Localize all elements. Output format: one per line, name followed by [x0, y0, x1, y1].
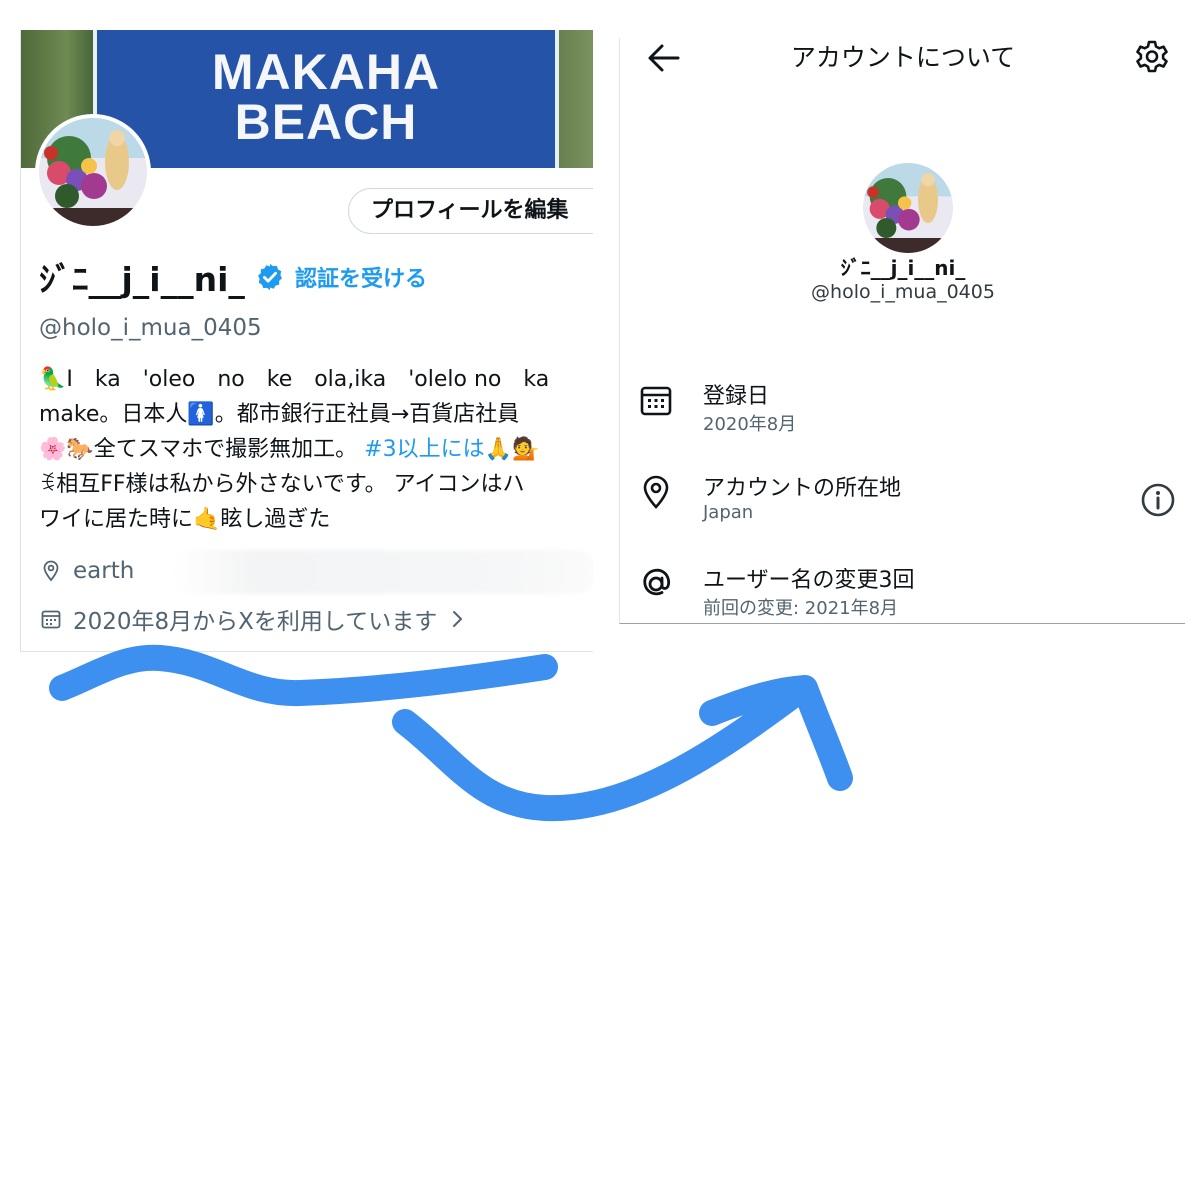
username-changes-label: ユーザー名の変更3回 [703, 568, 915, 593]
location-pin-icon [43, 560, 59, 582]
location-label: アカウントの所在地 [703, 476, 902, 501]
info-icon[interactable] [1140, 482, 1176, 518]
bio-line: make。日本人🚺。都市銀行正社員→百貨店社員 [39, 402, 520, 427]
joined-label: 登録日 [703, 384, 770, 409]
verified-badge-icon [258, 263, 282, 291]
bio-line: 🌸🐎全てスマホで撮影無加工。 #3以上には🙏💁 [39, 432, 593, 467]
account-location-row: アカウントの所在地 Japan [620, 470, 1186, 530]
profile-joined-date[interactable]: 2020年8月からXを利用しています [39, 602, 475, 636]
joined-text: 2020年8月からXを利用しています [73, 609, 438, 635]
display-name: ｼﾞﾆ__j_i__ni_ [39, 260, 245, 299]
bio-hashtag-link[interactable]: #3以上には🙏💁 [364, 437, 539, 462]
profile-panel: MAKAHA BEACH プロフィールを編集 ｼﾞﾆ__j_i__ni_ 認証を… [20, 30, 593, 652]
back-arrow-icon[interactable] [644, 40, 684, 76]
profile-bio: 🦜I ka 'oleo no ke ola,ika 'olelo no ka m… [39, 362, 593, 537]
username-changes-row: ユーザー名の変更3回 前回の変更: 2021年8月 [620, 562, 1186, 622]
redacted-area [171, 550, 593, 594]
bio-line: 🦜I ka 'oleo no ke ola,ika 'olelo no ka [39, 367, 550, 392]
display-name-row: ｼﾞﾆ__j_i__ni_ 認証を受ける [39, 252, 427, 302]
calendar-icon [41, 610, 61, 629]
account-avatar [863, 163, 953, 253]
username-last-change: 前回の変更: 2021年8月 [703, 598, 899, 619]
location-value: Japan [703, 502, 754, 523]
joined-value: 2020年8月 [703, 414, 797, 435]
gear-icon[interactable] [1132, 38, 1172, 78]
edit-profile-button[interactable]: プロフィールを編集 [348, 188, 593, 234]
chevron-right-icon [453, 611, 463, 627]
calendar-icon [640, 386, 672, 416]
about-account-panel: アカウントについて ｼﾞﾆ__j_i__ni_ @holo_i_mua_0405 [619, 38, 1185, 624]
bio-text: 🌸🐎全てスマホで撮影無加工。 [39, 437, 358, 462]
banner-sign: MAKAHA BEACH [93, 30, 559, 168]
account-display-name: ｼﾞﾆ__j_i__ni_ [840, 256, 966, 280]
location-text: earth [73, 558, 135, 584]
account-handle: @holo_i_mua_0405 [811, 281, 995, 303]
get-verified-link[interactable]: 認証を受ける [295, 261, 427, 293]
profile-avatar[interactable] [35, 114, 151, 230]
banner-sign-line-2: BEACH [234, 94, 418, 150]
banner-sign-line-1: MAKAHA [211, 44, 441, 100]
profile-location: earth [39, 558, 134, 584]
bio-line: ワイに居た時に🤙眩し過ぎた [39, 507, 331, 532]
profile-handle: @holo_i_mua_0405 [39, 315, 262, 341]
joined-date-row: 登録日 2020年8月 [620, 378, 1186, 438]
location-pin-icon [643, 475, 669, 509]
page-title: アカウントについて [790, 43, 1016, 72]
at-sign-icon [643, 568, 671, 596]
bio-line: ꉂ相互FF様は私から外さないです。 アイコンはハ [39, 472, 525, 497]
